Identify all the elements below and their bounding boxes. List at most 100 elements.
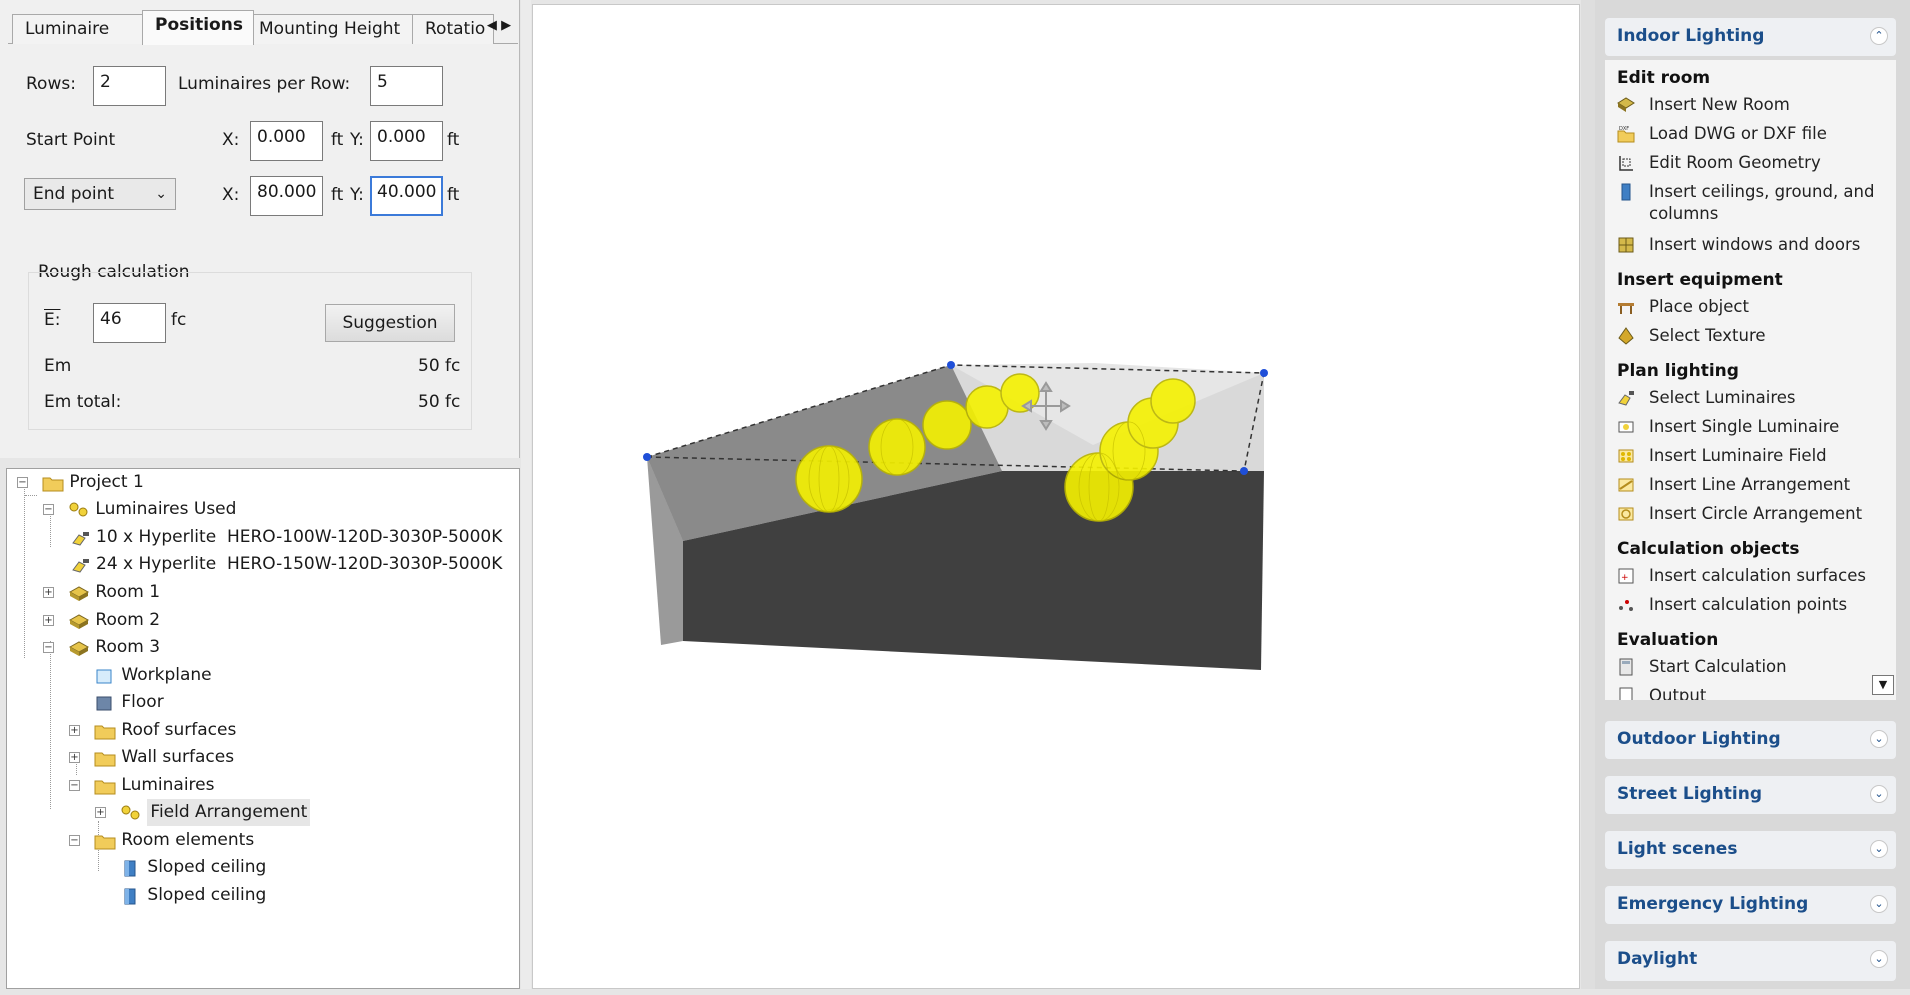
expand-icon[interactable]: + [95, 807, 106, 818]
collapse-icon[interactable]: − [69, 780, 80, 791]
window-icon [1618, 237, 1634, 253]
guide-insert-single-luminaire[interactable]: Insert Single Luminaire [1617, 416, 1889, 438]
guide-start-calculation[interactable]: Start Calculation [1617, 656, 1889, 678]
guide-insert-calculation-surfaces[interactable]: + Insert calculation surfaces [1617, 565, 1889, 587]
collapse-icon[interactable]: − [69, 835, 80, 846]
texture-icon [1618, 327, 1634, 345]
selection-handle[interactable] [947, 361, 955, 369]
guide-panel: Indoor Lighting ⌃ Edit room Insert New R… [1595, 0, 1910, 989]
luminaire[interactable] [922, 400, 972, 450]
luminaire-icon [72, 531, 89, 546]
suggestion-button[interactable]: Suggestion [325, 304, 455, 342]
guide-insert-windows[interactable]: Insert windows and doors [1617, 234, 1889, 256]
guide-insert-circle-arrangement[interactable]: Insert Circle Arrangement [1617, 503, 1889, 525]
tab-scroll-right-icon[interactable]: ▶ [501, 18, 511, 33]
tree-item-room-3[interactable]: − Room 3 [43, 634, 160, 661]
expand-down-icon[interactable]: ⌄ [1870, 785, 1888, 803]
guide-insert-calculation-points[interactable]: Insert calculation points [1617, 594, 1889, 616]
selection-handle[interactable] [1240, 467, 1248, 475]
collapse-up-icon[interactable]: ⌃ [1870, 27, 1888, 45]
luminaire[interactable] [868, 418, 926, 476]
tree-item-wall-surfaces[interactable]: + Wall surfaces [69, 744, 234, 771]
tree-item-luminaires[interactable]: − Luminaires [69, 772, 214, 799]
section-indoor-lighting[interactable]: Indoor Lighting ⌃ [1605, 18, 1896, 56]
tree-item-floor[interactable]: Floor [69, 689, 164, 716]
section-light-scenes[interactable]: Light scenes ⌄ [1605, 831, 1896, 869]
guide-edit-room-geometry[interactable]: Edit Room Geometry [1617, 152, 1889, 174]
collapse-icon[interactable]: − [43, 642, 54, 653]
end-y-input[interactable]: 40.000 [370, 176, 443, 216]
tree-item-luminaire-type-2[interactable]: 24 x Hyperlite HERO-150W-120D-3030P-5000… [69, 551, 502, 578]
guide-select-texture[interactable]: Select Texture [1617, 325, 1889, 347]
tab-scroll-left-icon[interactable]: ◀ [487, 18, 497, 33]
luminaire[interactable] [1150, 378, 1196, 424]
tree-item-luminaire-type-1[interactable]: 10 x Hyperlite HERO-100W-120D-3030P-5000… [69, 524, 502, 551]
tree-item-workplane[interactable]: Workplane [69, 662, 212, 689]
expand-down-icon[interactable]: ⌄ [1870, 730, 1888, 748]
tab-rotation[interactable]: Rotatio [412, 14, 494, 44]
collapse-icon[interactable]: − [43, 504, 54, 515]
tree-item-roof-surfaces[interactable]: + Roof surfaces [69, 717, 236, 744]
tree-item-luminaires-used[interactable]: − Luminaires Used [43, 496, 236, 523]
end-x-input[interactable]: 80.000 [250, 176, 323, 216]
tab-positions[interactable]: Positions [142, 10, 254, 45]
tab-luminaire[interactable]: Luminaire [12, 14, 146, 44]
guide-insert-ceilings[interactable]: Insert ceilings, ground, and columns [1617, 181, 1889, 225]
guide-select-luminaires[interactable]: Select Luminaires [1617, 387, 1889, 409]
guide-insert-luminaire-field[interactable]: Insert Luminaire Field [1617, 445, 1889, 467]
guide-scroll-down-icon[interactable]: ▼ [1872, 675, 1894, 695]
tab-scroll-arrows[interactable]: ◀ ▶ [484, 14, 514, 38]
section-emergency-lighting[interactable]: Emergency Lighting ⌄ [1605, 886, 1896, 924]
end-x-unit: ft [331, 185, 344, 205]
3d-viewport[interactable] [532, 4, 1580, 989]
expand-down-icon[interactable]: ⌄ [1870, 840, 1888, 858]
category-plan-lighting: Plan lighting [1617, 361, 1739, 381]
tree-line [50, 641, 51, 809]
section-title: Light scenes [1617, 839, 1738, 859]
end-point-dropdown[interactable]: End point ⌄ [24, 178, 176, 210]
tree-item-room-1[interactable]: + Room 1 [43, 579, 160, 606]
svg-text:DXF: DXF [1619, 126, 1629, 132]
guide-insert-new-room[interactable]: Insert New Room [1617, 94, 1889, 116]
expand-icon[interactable]: + [69, 752, 80, 763]
guide-output[interactable]: Output [1617, 685, 1889, 700]
column-icon [1621, 183, 1631, 201]
selection-handle[interactable] [643, 453, 651, 461]
section-outdoor-lighting[interactable]: Outdoor Lighting ⌄ [1605, 721, 1896, 759]
em-value: 50 fc [418, 356, 461, 376]
panel-splitter[interactable] [521, 0, 531, 989]
rows-input[interactable]: 2 [93, 66, 166, 106]
room-3d-scene[interactable] [533, 5, 1581, 990]
start-y-input[interactable]: 0.000 [370, 121, 443, 161]
luminaires-per-row-input[interactable]: 5 [370, 66, 443, 106]
tree-item-sloped-ceiling-1[interactable]: Sloped ceiling [95, 854, 266, 881]
tree-item-field-arrangement[interactable]: + Field Arrangement [95, 799, 311, 826]
section-street-lighting[interactable]: Street Lighting ⌄ [1605, 776, 1896, 814]
guide-insert-line-arrangement[interactable]: Insert Line Arrangement [1617, 474, 1889, 496]
expand-icon[interactable]: + [69, 725, 80, 736]
table-icon [1618, 303, 1634, 314]
expand-down-icon[interactable]: ⌄ [1870, 950, 1888, 968]
selection-handle[interactable] [1260, 369, 1268, 377]
expand-down-icon[interactable]: ⌄ [1870, 895, 1888, 913]
luminaire[interactable] [795, 445, 863, 513]
tree-item-room-elements[interactable]: − Room elements [69, 827, 254, 854]
e-input[interactable]: 46 [93, 303, 166, 343]
section-daylight[interactable]: Daylight ⌄ [1605, 941, 1896, 981]
tree-item-room-2[interactable]: + Room 2 [43, 607, 160, 634]
guide-load-dwg[interactable]: DXF Load DWG or DXF file [1617, 123, 1889, 145]
e-label: E: [44, 310, 61, 330]
tab-mounting-height[interactable]: Mounting Height [246, 14, 416, 44]
expand-icon[interactable]: + [43, 587, 54, 598]
end-y-unit: ft [447, 185, 460, 205]
start-y-label: Y: [350, 130, 364, 150]
tree-item-project[interactable]: − Project 1 [17, 469, 144, 496]
expand-icon[interactable]: + [43, 615, 54, 626]
start-x-input[interactable]: 0.000 [250, 121, 323, 161]
luminaire-field-icon [121, 805, 140, 819]
chevron-down-icon: ⌄ [155, 186, 167, 202]
guide-place-object[interactable]: Place object [1617, 296, 1889, 318]
section-title: Indoor Lighting [1617, 26, 1765, 46]
tree-item-sloped-ceiling-2[interactable]: Sloped ceiling [95, 882, 266, 909]
collapse-icon[interactable]: − [17, 477, 28, 488]
